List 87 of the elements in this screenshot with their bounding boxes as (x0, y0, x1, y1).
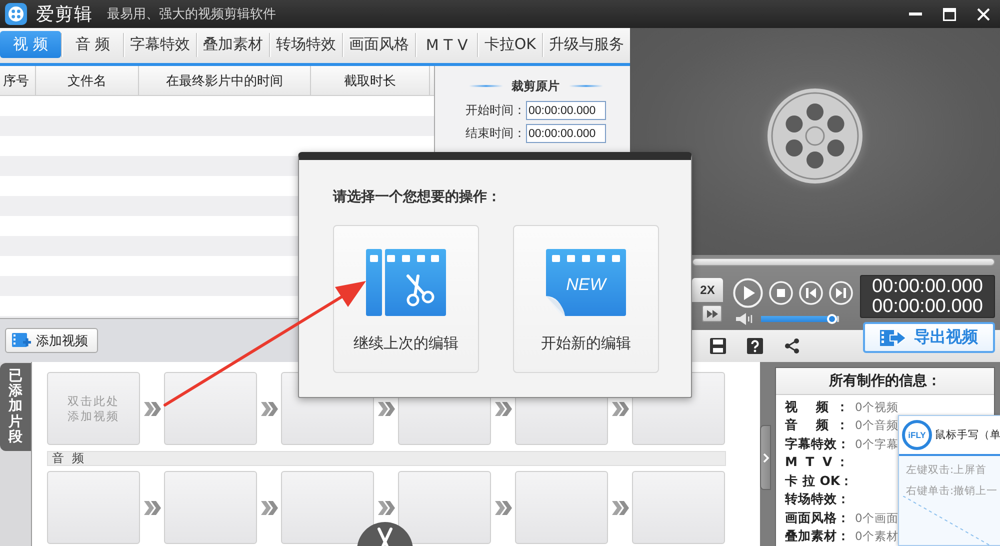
volume-icon[interactable] (736, 313, 753, 325)
tab[interactable]: 叠加素材 (197, 31, 270, 58)
double-chevron-icon (144, 402, 160, 416)
info-label: 卡 拉 OK： (785, 472, 849, 490)
add-video-button[interactable]: 添加视频 (5, 328, 98, 353)
scissors-icon[interactable] (357, 522, 413, 546)
film-scissors-icon (366, 249, 446, 316)
app-subtitle: 最易用、强大的视频剪辑软件 (107, 6, 276, 23)
info-value: 0个视频 (855, 400, 898, 415)
panel-title: 裁剪原片 (512, 79, 560, 93)
info-value: 0个字幕 (855, 436, 898, 452)
double-chevron-icon (144, 500, 160, 514)
app-logo-icon (5, 3, 27, 25)
fast-forward-button[interactable] (702, 305, 722, 322)
info-label: M T V： (785, 454, 849, 472)
logo-badge: iFLY (902, 420, 932, 450)
tab[interactable]: 画面风格 (343, 31, 416, 58)
save-icon[interactable] (710, 338, 726, 354)
info-label: 转场特效： (785, 491, 849, 508)
empty-clip-slot[interactable] (515, 471, 608, 544)
next-frame-icon[interactable] (829, 281, 853, 305)
hint-text: 左键双击:上屏首 (906, 463, 988, 478)
slot-hint: 双击此处添加视频 (68, 394, 120, 423)
column-header: 在最终影片中的时间 (139, 66, 311, 95)
info-value: 0个画面 (855, 510, 898, 526)
stop-icon[interactable] (769, 281, 793, 305)
panel-title: 所有制作的信息： (829, 372, 941, 390)
side-tab[interactable]: 已添加片段 (0, 363, 31, 451)
double-chevron-icon (612, 402, 628, 416)
info-label: 音 频： (785, 417, 849, 434)
previous-frame-icon[interactable] (799, 281, 823, 305)
time-input-field[interactable]: 00:00:00.000 (526, 101, 606, 120)
double-chevron-icon (260, 402, 278, 416)
double-chevron-icon (612, 500, 628, 514)
collapse-handle[interactable] (760, 425, 771, 490)
double-chevron-icon (494, 500, 512, 514)
info-label: 字幕特效： (785, 436, 849, 453)
fast-forward-icon (706, 310, 718, 318)
field-label: 结束时间： (466, 125, 526, 142)
empty-clip-slot[interactable] (398, 471, 491, 544)
tab[interactable]: 转场特效 (270, 31, 342, 58)
double-chevron-icon (494, 402, 512, 416)
tab[interactable]: 字幕特效 (124, 31, 196, 58)
empty-clip-slot[interactable] (164, 372, 257, 445)
app-name: 爱剪辑 (36, 3, 93, 26)
column-header: 文件名 (36, 66, 139, 95)
double-chevron-icon (378, 500, 394, 514)
time-input-field[interactable]: 00:00:00.000 (526, 124, 606, 143)
new-edit-button[interactable]: NEW 开始新的编辑 (513, 225, 659, 373)
empty-clip-slot[interactable] (164, 471, 257, 544)
column-header: 截取时长 (311, 66, 430, 95)
film-reel-icon (767, 88, 863, 184)
export-button[interactable]: 导出视频 (863, 322, 995, 353)
info-value: 0个音频 (855, 418, 898, 434)
speed-button[interactable]: 2X (692, 278, 723, 302)
empty-clip-slot[interactable] (632, 471, 725, 544)
seek-bar[interactable] (692, 258, 995, 266)
new-file-icon: NEW (546, 249, 626, 316)
chevron-right-icon (762, 452, 768, 462)
maximize-icon[interactable] (943, 8, 956, 20)
hint-text: 右键单击:撤销上一 (906, 484, 999, 499)
info-label: 叠加素材： (785, 528, 849, 546)
info-value: 0个素材 (855, 529, 898, 544)
double-chevron-icon (378, 402, 394, 416)
time-readout: 00:00:00.000 (872, 276, 983, 296)
track-label: 音 频 (47, 451, 726, 466)
dialog-title: 请选择一个您想要的操作： (333, 189, 501, 205)
film-plus-icon (12, 332, 31, 348)
empty-clip-slot[interactable] (47, 471, 140, 544)
continue-editing-button[interactable]: 继续上次的编辑 (333, 225, 479, 373)
field-label: 开始时间： (466, 102, 526, 119)
time-readout: 00:00:00.000 (872, 296, 983, 316)
tab[interactable]: 卡拉OK (478, 31, 542, 58)
tab[interactable]: 升级与服务 (542, 31, 630, 58)
info-label: 画面风格： (785, 510, 849, 527)
minimize-icon[interactable] (909, 12, 922, 16)
play-icon[interactable] (733, 278, 763, 308)
export-arrow-icon (880, 328, 906, 346)
tab[interactable]: M T V (416, 31, 478, 58)
info-label: 视 频： (785, 398, 849, 416)
empty-clip-slot[interactable] (281, 471, 374, 544)
tab[interactable]: 音 频 (62, 31, 124, 58)
close-icon[interactable] (977, 8, 990, 20)
double-chevron-icon (260, 500, 278, 514)
column-header: 序号 (0, 66, 36, 95)
share-icon[interactable] (784, 338, 800, 354)
help-icon[interactable] (747, 338, 763, 354)
